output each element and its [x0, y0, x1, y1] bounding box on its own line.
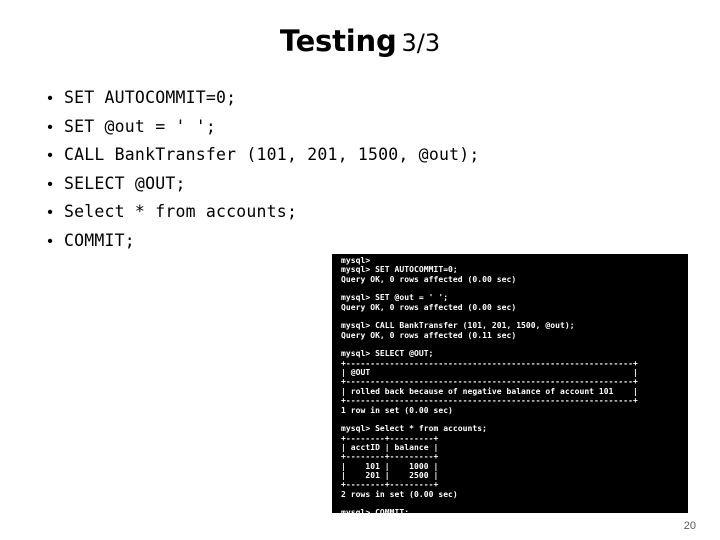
terminal-line: mysql> Select * from accounts;	[341, 424, 487, 434]
terminal-line: +--------+---------+	[341, 452, 439, 462]
terminal-line: | 101 | 1000 |	[341, 461, 439, 471]
terminal-line: +---------------------------------------…	[341, 396, 638, 406]
list-item-label: CALL BankTransfer (101, 201, 1500, @out)…	[64, 145, 480, 164]
terminal-line: 1 row in set (0.00 sec)	[341, 405, 453, 415]
sql-command-list: • SET AUTOCOMMIT=0; • SET @out = ' '; • …	[36, 88, 656, 259]
terminal-line: mysql> CALL BankTransfer (101, 201, 1500…	[341, 321, 575, 331]
page-title-counter: 3/3	[401, 29, 441, 57]
page-title-main: Testing	[279, 24, 397, 58]
bullet-icon: •	[47, 175, 53, 193]
slide-page-number: 20	[683, 520, 696, 532]
terminal-line: | rolled back because of negative balanc…	[341, 386, 638, 396]
terminal-line: mysql> COMMIT;	[341, 508, 410, 513]
bullet-icon: •	[47, 147, 53, 164]
terminal-line: 2 rows in set (0.00 sec)	[341, 489, 458, 499]
bullet-icon: •	[47, 204, 53, 221]
terminal-line: +--------+---------+	[341, 433, 439, 443]
terminal-line: | @OUT |	[341, 368, 638, 378]
bullet-icon: •	[47, 232, 53, 250]
list-item: • SET @out = ' ';	[36, 117, 656, 146]
list-item: • Select * from accounts;	[36, 202, 656, 231]
terminal-line: Query OK, 0 rows affected (0.11 sec)	[341, 330, 517, 340]
list-item-label: Select * from accounts;	[64, 202, 298, 221]
terminal-line: +---------------------------------------…	[341, 358, 638, 368]
list-item: • CALL BankTransfer (101, 201, 1500, @ou…	[36, 145, 656, 174]
terminal-line: | acctID | balance |	[341, 442, 439, 452]
bullet-icon: •	[47, 90, 53, 107]
list-item: • SELECT @OUT;	[36, 174, 656, 203]
list-item-label: SET AUTOCOMMIT=0;	[64, 88, 237, 107]
mysql-terminal-screenshot: mysql> mysql> SET AUTOCOMMIT=0; Query OK, …	[332, 254, 688, 513]
terminal-line: mysql> SET AUTOCOMMIT=0;	[341, 265, 458, 275]
list-item-label: SET @out = ' ';	[64, 116, 217, 136]
bullet-icon: •	[47, 118, 53, 136]
list-item-label: COMMIT;	[64, 230, 135, 250]
list-item-label: SELECT @OUT;	[64, 173, 186, 193]
terminal-line: mysql> SET @out = ' ';	[341, 293, 449, 303]
page-title: Testing 3/3	[0, 24, 720, 58]
terminal-line: mysql>	[341, 256, 371, 265]
terminal-line: Query OK, 0 rows affected (0.00 sec)	[341, 274, 517, 284]
terminal-output: mysql> mysql> SET AUTOCOMMIT=0; Query OK, …	[341, 256, 688, 513]
terminal-line: +---------------------------------------…	[341, 377, 638, 387]
terminal-line: mysql> SELECT @OUT;	[341, 349, 434, 359]
terminal-line: +--------+---------+	[341, 480, 439, 490]
list-item: • SET AUTOCOMMIT=0;	[36, 88, 656, 117]
terminal-line: | 201 | 2500 |	[341, 470, 439, 480]
terminal-line: Query OK, 0 rows affected (0.00 sec)	[341, 302, 517, 312]
